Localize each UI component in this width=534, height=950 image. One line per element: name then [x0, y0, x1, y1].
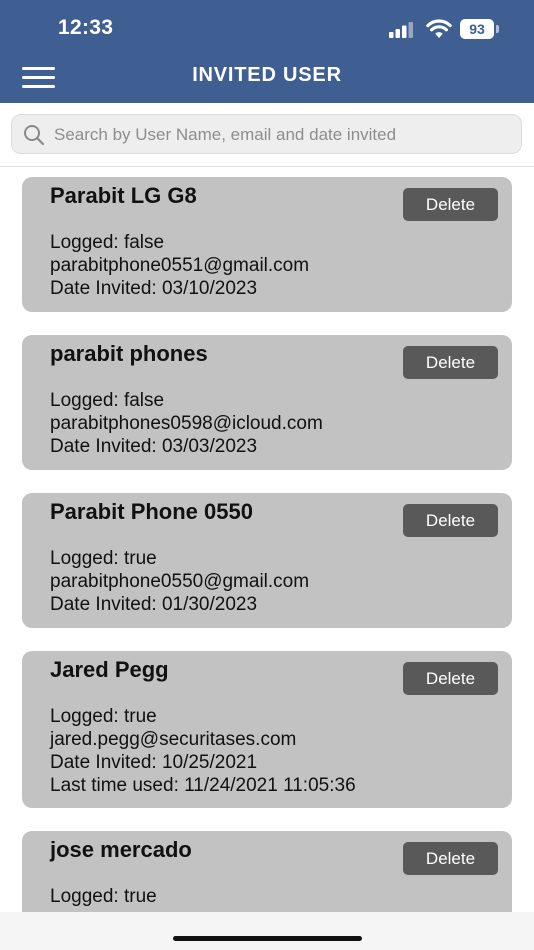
user-email: parabitphone0551@gmail.com	[50, 255, 310, 276]
cellular-signal-icon	[389, 22, 413, 38]
home-indicator[interactable]	[173, 936, 362, 941]
delete-button[interactable]: Delete	[403, 504, 498, 537]
delete-button[interactable]: Delete	[403, 662, 498, 695]
app-header: 12:33 93 INVITED USER	[0, 0, 534, 103]
date-invited: Date Invited: 01/30/2023	[50, 594, 258, 615]
user-card: parabit phones Delete Logged: false para…	[22, 335, 512, 470]
user-email: jared.pegg@securitases.com	[50, 729, 297, 750]
logged-status: Logged: true	[50, 706, 157, 727]
battery-level: 93	[460, 19, 494, 39]
wifi-icon	[426, 19, 452, 38]
date-invited: Date Invited: 10/25/2021	[50, 752, 258, 773]
user-name: parabit phones	[50, 341, 208, 366]
logged-status: Logged: false	[50, 390, 165, 411]
date-invited: Date Invited: 03/10/2023	[50, 278, 258, 299]
search-bar	[0, 103, 534, 167]
search-icon	[24, 125, 45, 146]
user-card: Jared Pegg Delete Logged: true jared.peg…	[22, 651, 512, 808]
logged-status: Logged: true	[50, 548, 157, 569]
last-time-used: Last time used: 11/24/2021 11:05:36	[50, 775, 356, 796]
user-name: Jared Pegg	[50, 657, 169, 682]
user-card: jose mercado Delete Logged: true	[22, 831, 512, 912]
status-time: 12:33	[58, 16, 114, 39]
search-box[interactable]	[11, 114, 522, 155]
user-email: parabitphones0598@icloud.com	[50, 413, 323, 434]
user-card: Parabit LG G8 Delete Logged: false parab…	[22, 177, 512, 312]
page-title: INVITED USER	[192, 64, 342, 86]
status-bar: 12:33 93	[0, 0, 534, 58]
delete-button[interactable]: Delete	[403, 188, 498, 221]
date-invited: Date Invited: 03/03/2023	[50, 436, 258, 457]
user-list[interactable]: Parabit LG G8 Delete Logged: false parab…	[0, 167, 534, 912]
delete-button[interactable]: Delete	[403, 842, 498, 875]
battery-icon: 93	[460, 19, 500, 39]
logged-status: Logged: false	[50, 232, 165, 253]
logged-status: Logged: true	[50, 886, 157, 907]
user-name: Parabit Phone 0550	[50, 499, 253, 524]
user-email: parabitphone0550@gmail.com	[50, 571, 310, 592]
bottom-bar	[0, 912, 534, 950]
search-input[interactable]	[52, 115, 516, 155]
delete-button[interactable]: Delete	[403, 346, 498, 379]
user-name: Parabit LG G8	[50, 183, 197, 208]
user-name: jose mercado	[50, 837, 192, 862]
user-card: Parabit Phone 0550 Delete Logged: true p…	[22, 493, 512, 628]
